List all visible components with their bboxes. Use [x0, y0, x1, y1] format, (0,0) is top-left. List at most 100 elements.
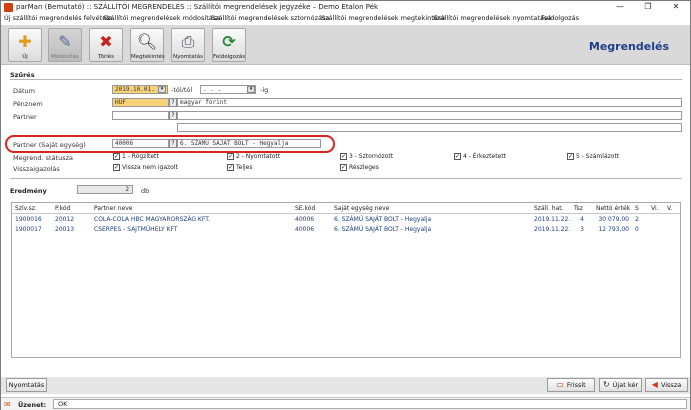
not-confirmed-checkbox[interactable]: ✓: [113, 164, 120, 171]
cell-partner-name: COLA-COLA HBC MAGYARORSZÁG KFT.: [94, 216, 211, 223]
menu-modify-orders[interactable]: Szállítói megrendelések módosítása: [103, 14, 220, 22]
status-4-checkbox[interactable]: ✓: [454, 153, 461, 160]
filter-divider: [10, 79, 682, 80]
module-title: Megrendelés: [588, 40, 669, 53]
toolbar: ✚ Új ✎ Módosítás ✖ Törlés 🔍︎ Megtekintés…: [1, 25, 690, 65]
status-3-checkbox[interactable]: ✓: [340, 153, 347, 160]
view-button[interactable]: 🔍︎ Megtekintés: [130, 28, 165, 62]
calendar-to-icon[interactable]: ▾: [247, 86, 255, 93]
menu-bar: Új szállítói megrendelés felvétele Száll…: [1, 14, 690, 24]
back-button[interactable]: ◀ Vissza: [645, 378, 688, 392]
col-header-s[interactable]: S: [635, 205, 639, 212]
menu-print-orders[interactable]: Szállítói megrendelések nyomtatása: [433, 14, 551, 22]
cell-net-value: 30 079,00: [598, 216, 629, 223]
status-4-label: 4 - Érkeztetett: [463, 153, 506, 160]
status-2-label: 2 - Nyomtatott: [236, 153, 281, 160]
close-button[interactable]: ✕: [662, 1, 690, 14]
new-button-label: Új: [22, 54, 28, 60]
partial-checkbox[interactable]: ✓: [340, 164, 347, 171]
process-button[interactable]: ⟳ Feldolgozás: [212, 28, 246, 62]
confirmation-label: Visszaigazolás: [13, 165, 60, 173]
delete-button[interactable]: ✖ Törlés: [89, 28, 123, 62]
window-title: parMan (Bemutató) :: SZÁLLÍTÓI MEGRENDEL…: [16, 3, 379, 11]
menu-new-order[interactable]: Új szállítói megrendelés felvétele: [4, 14, 112, 22]
delete-x-icon: ✖: [99, 32, 113, 51]
partner-label: Partner: [13, 113, 37, 121]
status-5-checkbox[interactable]: ✓: [567, 153, 574, 160]
title-bar: parMan (Bemutató) :: SZÁLLÍTÓI MEGRENDEL…: [1, 1, 690, 14]
print-button[interactable]: ⎙ Nyomtatás: [171, 28, 205, 62]
col-header-items[interactable]: Tsz: [574, 205, 583, 212]
maximize-button[interactable]: ❐: [634, 1, 662, 14]
col-header-unit-code[interactable]: SE.kód: [295, 205, 315, 212]
menu-processing[interactable]: Feldolgozás: [541, 14, 579, 22]
col-header-partner-name[interactable]: Partner neve: [94, 205, 132, 212]
delete-button-label: Törlés: [97, 54, 115, 60]
partner-code-input[interactable]: [112, 111, 169, 120]
message-label: Üzenet:: [18, 401, 47, 409]
cell-s: 2: [635, 216, 639, 223]
cell-items: 3: [580, 226, 584, 233]
not-confirmed-label: Vissza nem igazolt: [122, 164, 178, 171]
view-button-label: Megtekintés: [131, 54, 165, 60]
col-header-v[interactable]: V.: [667, 205, 672, 212]
cell-unit-name: 6. SZÁMÚ SAJÁT BOLT - Hegyalja: [334, 226, 432, 233]
full-checkbox[interactable]: ✓: [227, 164, 234, 171]
partial-label: Részleges: [349, 164, 379, 171]
date-from-suffix: -tól/tól: [171, 86, 193, 94]
status-2-checkbox[interactable]: ✓: [227, 153, 234, 160]
message-field: OK: [53, 399, 687, 409]
bottom-print-button[interactable]: Nyomtatás: [6, 378, 47, 392]
menu-storno-orders[interactable]: Szállítói megrendelések sztornózása: [211, 14, 329, 22]
cell-net-value: 12 793,00: [598, 226, 629, 233]
cell-unit-name: 6. SZÁMÚ SAJÁT BOLT - Hegyalja: [334, 216, 432, 223]
own-unit-code-input[interactable]: 40006: [112, 139, 169, 148]
main-window: parMan (Bemutató) :: SZÁLLÍTÓI MEGRENDEL…: [0, 0, 691, 410]
own-unit-lookup-button[interactable]: ?: [169, 139, 177, 148]
col-header-unit-name[interactable]: Saját egység neve: [334, 205, 389, 212]
print-button-label: Nyomtatás: [172, 54, 203, 60]
col-header-delivery-date[interactable]: Száll. hat.: [534, 205, 564, 212]
currency-code-input[interactable]: HUF: [112, 98, 169, 107]
own-unit-label: Partner (Saját egység): [13, 141, 86, 149]
status-3-label: 3 - Sztornózott: [349, 153, 394, 160]
back-label: Vissza: [660, 381, 682, 389]
new-button[interactable]: ✚ Új: [8, 28, 42, 62]
currency-lookup-button[interactable]: ?: [169, 98, 177, 107]
cell-delivery-date: 2019.11.22.: [534, 216, 571, 223]
result-section-title: Eredmény: [10, 187, 47, 195]
col-header-partner-code[interactable]: P.kód: [55, 205, 70, 212]
cell-s: 0: [635, 226, 639, 233]
refresh-button[interactable]: ▭ Frissít: [547, 378, 595, 392]
pencil-icon: ✎: [58, 32, 72, 51]
minimize-button[interactable]: —: [606, 1, 634, 14]
col-header-order-no[interactable]: Szlv.sz.: [15, 205, 37, 212]
printer-icon: ⎙: [181, 32, 195, 51]
cell-partner-code: 20013: [55, 226, 75, 233]
currency-label: Pénznem: [13, 100, 43, 108]
full-label: Teljes: [236, 164, 253, 171]
status-5-label: 5 - Számlázott: [576, 153, 620, 160]
date-to-suffix: -ig: [260, 86, 269, 94]
status-1-checkbox[interactable]: ✓: [113, 153, 120, 160]
cell-partner-name: CSERPES - SAJTMŰHELY KFT: [94, 226, 178, 233]
cell-order-no: 1900016: [15, 216, 42, 223]
bottom-action-bar: Nyomtatás ▭ Frissít ↻ Újat kér ◀ Vissza: [1, 377, 690, 394]
new-query-button[interactable]: ↻ Újat kér: [599, 378, 642, 392]
cell-unit-code: 40006: [295, 216, 315, 223]
currency-name-field: magyar forint: [177, 98, 682, 107]
col-header-vi[interactable]: Vi.: [651, 205, 659, 212]
modify-button-label: Módosítás: [51, 54, 79, 60]
col-header-net-value[interactable]: Nettó érték: [596, 205, 630, 212]
menu-view-orders[interactable]: Szállítói megrendelések megtekintése: [321, 14, 445, 22]
partner-name-field-2: [177, 123, 682, 132]
partner-lookup-button[interactable]: ?: [169, 111, 177, 120]
calendar-from-icon[interactable]: ▾: [158, 86, 166, 93]
envelope-icon: ✉: [4, 400, 11, 409]
cell-order-no: 1900017: [15, 226, 42, 233]
cell-delivery-date: 2019.11.22.: [534, 226, 571, 233]
process-button-label: Feldolgozás: [213, 54, 246, 60]
result-unit: db: [141, 187, 150, 195]
modify-button[interactable]: ✎ Módosítás: [48, 28, 82, 62]
monitor-icon: ▭: [556, 380, 564, 389]
